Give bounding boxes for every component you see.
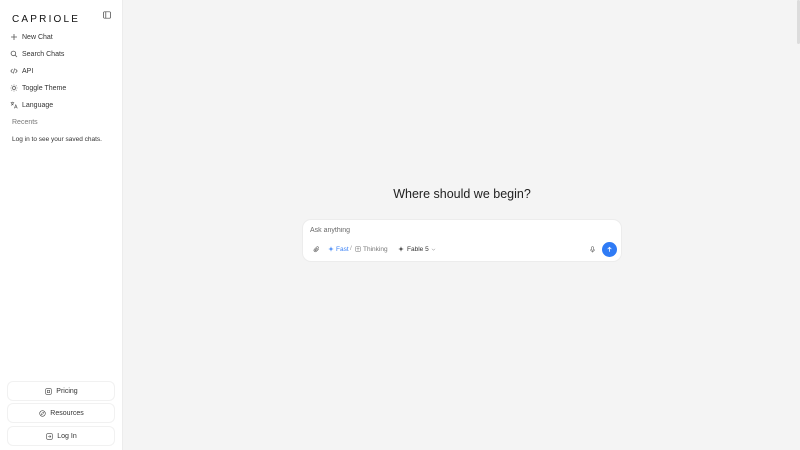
brand-row: CAPRIOLE <box>12 9 112 25</box>
fast-mode-label: Fast <box>336 245 349 253</box>
page-heading: Where should we begin? <box>393 187 531 201</box>
sidebar-toggle-icon[interactable] <box>102 10 112 20</box>
sidebar: CAPRIOLE New Chat Search Chats API Toggl… <box>0 0 123 450</box>
nav-label: Search Chats <box>22 50 65 58</box>
pricing-label: Pricing <box>56 387 78 395</box>
login-label: Log In <box>57 432 77 440</box>
model-name: Fable 5 <box>407 245 429 253</box>
model-icon <box>398 246 404 252</box>
thinking-mode-button[interactable]: Thinking <box>355 244 388 254</box>
translate-icon <box>10 101 18 109</box>
toggle-theme-button[interactable]: Toggle Theme <box>10 81 114 95</box>
brain-icon <box>355 246 361 252</box>
recents-heading: Recents <box>12 119 38 126</box>
language-button[interactable]: Language <box>10 98 114 112</box>
microphone-icon[interactable] <box>588 245 596 253</box>
chevron-down-icon <box>431 247 436 252</box>
resources-label: Resources <box>50 409 84 417</box>
chat-input[interactable] <box>310 225 610 236</box>
sun-icon <box>10 84 18 92</box>
nav-label: API <box>22 67 34 75</box>
plus-icon <box>10 33 18 41</box>
login-button[interactable]: Log In <box>8 427 114 445</box>
paperclip-icon[interactable] <box>312 245 320 253</box>
pricing-icon <box>44 387 52 395</box>
recents-empty-hint: Log in to see your saved chats. <box>12 136 102 143</box>
new-chat-button[interactable]: New Chat <box>10 30 114 44</box>
arrow-up-icon <box>607 246 612 252</box>
thinking-mode-label: Thinking <box>363 245 388 253</box>
mode-separator: / <box>350 245 352 252</box>
code-icon <box>10 67 18 75</box>
logo: CAPRIOLE <box>12 14 81 25</box>
resources-button[interactable]: Resources <box>8 404 114 422</box>
resources-icon <box>38 409 46 417</box>
nav-label: Toggle Theme <box>22 84 67 92</box>
fast-mode-button[interactable]: Fast <box>328 244 349 254</box>
sparkle-icon <box>328 246 334 252</box>
send-button[interactable] <box>602 242 617 257</box>
login-icon <box>45 432 53 440</box>
nav-label: Language <box>22 101 54 109</box>
search-chats-button[interactable]: Search Chats <box>10 47 114 61</box>
model-selector[interactable]: Fable 5 <box>398 244 436 254</box>
chat-composer: Fast / Thinking Fable 5 <box>303 220 621 261</box>
nav-label: New Chat <box>22 33 53 41</box>
api-button[interactable]: API <box>10 64 114 78</box>
pricing-button[interactable]: Pricing <box>8 382 114 400</box>
search-icon <box>10 50 18 58</box>
